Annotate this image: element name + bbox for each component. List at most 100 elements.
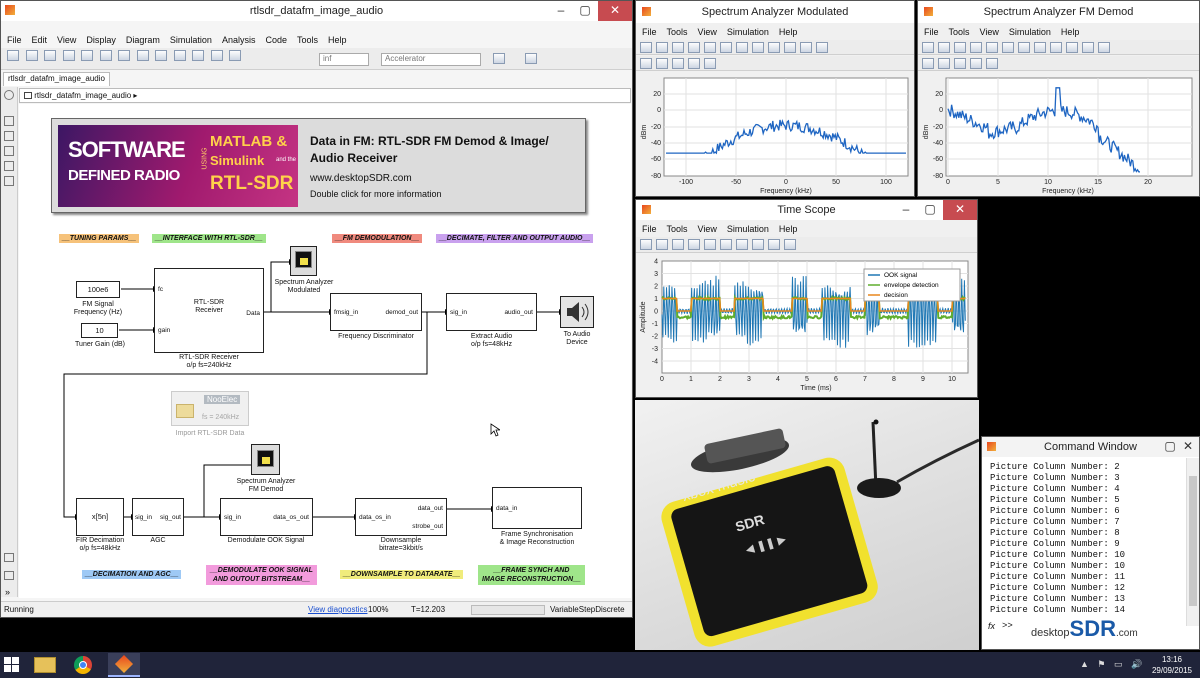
menu-file[interactable]: File <box>642 27 657 37</box>
record-icon[interactable] <box>229 50 242 61</box>
minimize-button[interactable]: – <box>548 1 574 21</box>
ccdf-icon[interactable] <box>1098 42 1110 53</box>
import-rtlsdr-block[interactable]: NooElec fs = 240kHz <box>171 391 249 426</box>
channel-icon[interactable] <box>1066 42 1078 53</box>
menu-view[interactable]: View <box>698 224 717 234</box>
channel-icon[interactable] <box>784 42 796 53</box>
up-icon[interactable] <box>81 50 94 61</box>
model-canvas[interactable]: SOFTWARE DEFINED RADIO USING MATLAB & Si… <box>19 104 631 598</box>
zoom-x-icon[interactable] <box>954 42 966 53</box>
clock-time[interactable]: 13:16 <box>1152 655 1192 664</box>
vertical-scrollbar[interactable] <box>1186 458 1199 626</box>
model-config-icon[interactable] <box>118 50 131 61</box>
zoom-in-icon[interactable] <box>938 42 950 53</box>
menu-view[interactable]: View <box>698 27 717 37</box>
explorer-icon[interactable] <box>136 50 149 61</box>
distortion-icon[interactable] <box>1082 42 1094 53</box>
maximize-button[interactable]: ▢ <box>917 200 943 220</box>
audio-device-block[interactable] <box>560 296 594 328</box>
new-model-icon[interactable] <box>7 50 19 61</box>
stop-icon[interactable] <box>672 58 684 69</box>
highlight-icon[interactable] <box>720 239 732 250</box>
zoom-in-icon[interactable] <box>736 239 748 250</box>
fir-decimation-block[interactable]: x[5n] <box>76 498 124 536</box>
ccdf-icon[interactable] <box>816 42 828 53</box>
peak-icon[interactable] <box>1034 42 1046 53</box>
start-button[interactable] <box>4 657 20 673</box>
build-icon[interactable] <box>493 53 505 64</box>
measure-icon[interactable] <box>784 239 796 250</box>
command-prompt[interactable]: fx >> desktopSDR.com <box>982 615 1199 649</box>
pause-icon[interactable] <box>672 239 684 250</box>
debug-icon[interactable] <box>525 53 537 64</box>
explorer-bar-icon[interactable] <box>4 553 14 562</box>
step-back-icon[interactable] <box>656 239 668 250</box>
frame-sync-block[interactable]: data_in <box>492 487 582 529</box>
model-tab[interactable]: rtlsdr_datafm_image_audio <box>3 72 110 86</box>
annotation-icon[interactable] <box>4 161 14 171</box>
menu-tools[interactable]: Tools <box>297 35 318 45</box>
back-icon[interactable] <box>44 50 57 61</box>
menu-tools[interactable]: Tools <box>667 224 688 234</box>
menu-code[interactable]: Code <box>265 35 287 45</box>
fit-view-icon[interactable] <box>4 131 14 141</box>
menu-help[interactable]: Help <box>779 27 798 37</box>
breadcrumb[interactable]: rtlsdr_datafm_image_audio ▸ <box>19 88 631 103</box>
snapshot-icon[interactable] <box>986 58 998 69</box>
print-icon[interactable] <box>640 42 652 53</box>
minimize-button[interactable]: – <box>893 200 919 220</box>
menu-simulation[interactable]: Simulation <box>727 224 769 234</box>
peak-icon[interactable] <box>752 42 764 53</box>
highlight-icon[interactable] <box>970 58 982 69</box>
autoscale-icon[interactable] <box>704 42 716 53</box>
file-explorer-taskbar-icon[interactable] <box>34 657 56 673</box>
stop-icon[interactable] <box>954 58 966 69</box>
spectrum-analyzer-modulated-block[interactable] <box>290 246 317 276</box>
menu-file[interactable]: File <box>642 224 657 234</box>
step-forward-icon[interactable] <box>192 50 205 61</box>
downsample-block[interactable]: data_os_in data_out strobe_out <box>355 498 447 536</box>
fm-frequency-constant[interactable]: 100e6 <box>76 281 120 298</box>
settings-icon[interactable] <box>640 239 652 250</box>
settings-icon[interactable] <box>1002 42 1014 53</box>
zoom-y-icon[interactable] <box>688 42 700 53</box>
cursor-icon[interactable] <box>1050 42 1062 53</box>
print-icon[interactable] <box>922 42 934 53</box>
image-icon[interactable] <box>4 176 14 186</box>
menu-view[interactable]: View <box>980 27 999 37</box>
close-button[interactable]: ✕ <box>943 200 977 220</box>
fx-icon[interactable]: fx <box>988 621 995 631</box>
menu-simulation[interactable]: Simulation <box>170 35 212 45</box>
menu-help[interactable]: Help <box>779 224 798 234</box>
menu-help[interactable]: Help <box>328 35 347 45</box>
sim-mode-select[interactable]: Accelerator <box>381 53 481 66</box>
tray-icons[interactable]: ▲ ⚑ ▭ 🔊 <box>1080 659 1145 670</box>
extract-audio-block[interactable]: sig_in audio_out <box>446 293 537 331</box>
step-icon[interactable] <box>656 58 668 69</box>
frequency-discriminator-block[interactable]: fmsig_in demod_out <box>330 293 422 331</box>
stop-icon[interactable] <box>210 50 223 61</box>
zoom-icon[interactable] <box>4 116 14 126</box>
view-diagnostics-link[interactable]: View diagnostics <box>308 605 367 614</box>
step-icon[interactable] <box>938 58 950 69</box>
snapshot-icon[interactable] <box>704 58 716 69</box>
save-icon[interactable] <box>25 50 38 61</box>
demodulate-ook-block[interactable]: sig_in data_os_out <box>220 498 313 536</box>
scroll-expand-icon[interactable] <box>4 571 14 580</box>
menu-file[interactable]: File <box>7 35 22 45</box>
distortion-icon[interactable] <box>800 42 812 53</box>
menu-display[interactable]: Display <box>86 35 116 45</box>
highlight-icon[interactable] <box>688 58 700 69</box>
menu-diagram[interactable]: Diagram <box>126 35 160 45</box>
chrome-taskbar-icon[interactable] <box>74 656 92 674</box>
menu-tools[interactable]: Tools <box>667 27 688 37</box>
pause-icon[interactable] <box>922 58 934 69</box>
spectrum-icon[interactable] <box>1018 42 1030 53</box>
step-back-icon[interactable] <box>155 50 168 61</box>
autoscale-icon[interactable] <box>986 42 998 53</box>
menu-analysis[interactable]: Analysis <box>222 35 256 45</box>
cursor-icon[interactable] <box>768 42 780 53</box>
step-icon[interactable] <box>688 239 700 250</box>
settings-icon[interactable] <box>720 42 732 53</box>
close-button[interactable]: ✕ <box>1181 437 1195 457</box>
